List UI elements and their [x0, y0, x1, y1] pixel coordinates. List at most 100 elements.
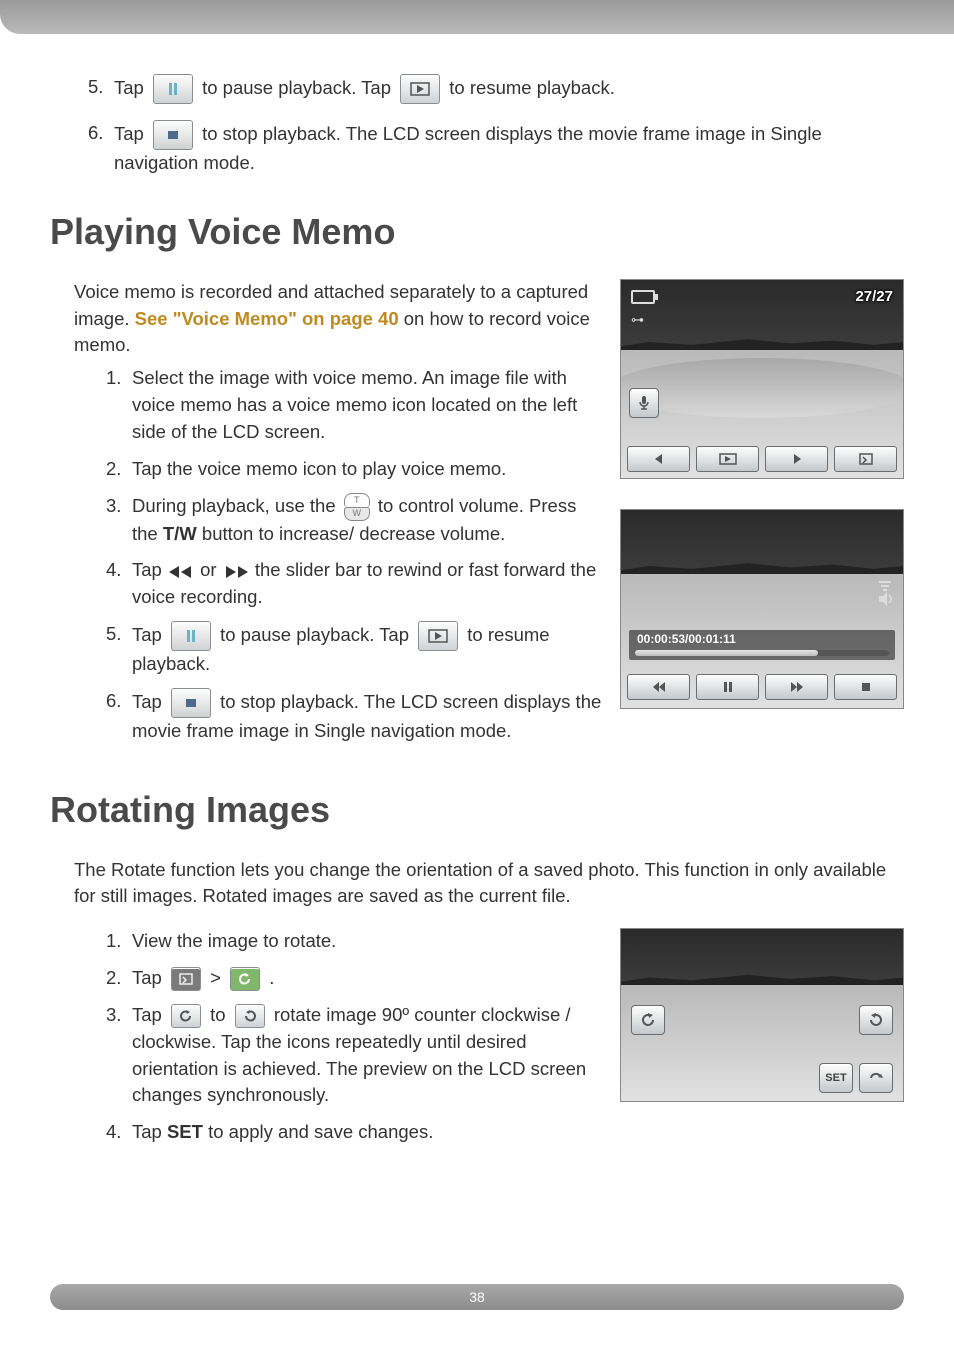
- playback-time: 00:00:53/00:01:11: [637, 632, 736, 646]
- slideshow-button[interactable]: [696, 446, 759, 472]
- page-number: 38: [469, 1289, 485, 1305]
- menu-button[interactable]: [834, 446, 897, 472]
- step-text: Tap to stop playback. The LCD screen dis…: [114, 120, 904, 177]
- progress-track[interactable]: [635, 650, 889, 656]
- text: Tap: [132, 559, 162, 580]
- step-3: 3. During playback, use the TW to contro…: [106, 493, 602, 548]
- tw-bold: T/W: [163, 523, 197, 544]
- progress-fill: [635, 650, 818, 656]
- rotating-block: SET 1. View the image to rotate. 2. Tap …: [50, 928, 904, 1156]
- cross-reference-link[interactable]: See "Voice Memo" on page 40: [135, 308, 399, 329]
- pause-icon: [153, 74, 193, 104]
- step-text: Tap to pause playback. Tap to resume pla…: [114, 74, 904, 104]
- text: to resume playback.: [449, 77, 615, 98]
- forward-icon: [222, 564, 250, 580]
- lcd-screenshot-rotate: SET: [620, 928, 904, 1102]
- section-heading-rotating: Rotating Images: [50, 789, 904, 831]
- step-number: 5.: [106, 621, 132, 678]
- rewind-button[interactable]: [627, 674, 690, 700]
- step-5-top: 5. Tap to pause playback. Tap to resume …: [88, 74, 904, 104]
- text: Tap: [114, 77, 144, 98]
- key-icon: ⊶: [631, 312, 644, 328]
- step-number: 1.: [106, 365, 132, 445]
- set-bold: SET: [167, 1121, 203, 1142]
- step-number: 3.: [106, 1002, 132, 1109]
- step-text: Tap SET to apply and save changes.: [132, 1119, 904, 1146]
- rot-step-3: 3. Tap to rotate image 90º counter clock…: [106, 1002, 602, 1109]
- set-button[interactable]: SET: [819, 1063, 853, 1093]
- step-6-top: 6. Tap to stop playback. The LCD screen …: [88, 120, 904, 177]
- section-heading-voice-memo: Playing Voice Memo: [50, 211, 904, 253]
- rotate-ccw-icon: [171, 1004, 201, 1028]
- bottom-toolbar: [627, 446, 897, 472]
- manual-page: 5. Tap to pause playback. Tap to resume …: [0, 0, 954, 1350]
- step-number: 6.: [106, 688, 132, 745]
- text: Tap: [132, 1004, 162, 1025]
- rewind-icon: [167, 564, 195, 580]
- page-content: 5. Tap to pause playback. Tap to resume …: [50, 74, 904, 1156]
- text: to pause playback. Tap: [220, 624, 409, 645]
- step-text: Tap > .: [132, 965, 602, 992]
- step-4: 4. Tap or the slider bar to rewind or fa…: [106, 557, 602, 611]
- step-number: 2.: [106, 965, 132, 992]
- tw-button-icon: TW: [344, 493, 370, 521]
- text: to: [210, 1004, 225, 1025]
- play-icon: [400, 74, 440, 104]
- sky-area: [621, 510, 903, 574]
- rotate-cw-button[interactable]: [859, 1005, 893, 1035]
- playback-toolbar: [627, 674, 897, 700]
- step-number: 5.: [88, 74, 114, 104]
- set-row: SET: [819, 1063, 893, 1093]
- stop-icon: [171, 688, 211, 718]
- rotating-intro: The Rotate function lets you change the …: [50, 857, 904, 911]
- step-1: 1. Select the image with voice memo. An …: [106, 365, 602, 445]
- step-number: 2.: [106, 456, 132, 483]
- step-text: Tap to pause playback. Tap to resume pla…: [132, 621, 602, 678]
- prev-button[interactable]: [627, 446, 690, 472]
- text: to apply and save changes.: [203, 1121, 433, 1142]
- step-number: 4.: [106, 557, 132, 611]
- text: Tap: [132, 624, 162, 645]
- volume-icon: [875, 580, 895, 610]
- rotate-ccw-button[interactable]: [631, 1005, 665, 1035]
- step-text: During playback, use the TW to control v…: [132, 493, 602, 548]
- step-number: 6.: [88, 120, 114, 177]
- stop-button[interactable]: [834, 674, 897, 700]
- text: >: [210, 967, 221, 988]
- header-bar: [0, 0, 954, 34]
- rot-step-2: 2. Tap > .: [106, 965, 602, 992]
- text: or: [200, 559, 216, 580]
- play-icon: [418, 621, 458, 651]
- step-text: Select the image with voice memo. An ima…: [132, 365, 602, 445]
- top-steps: 5. Tap to pause playback. Tap to resume …: [50, 74, 904, 177]
- next-button[interactable]: [765, 446, 828, 472]
- pause-icon: [171, 621, 211, 651]
- screenshots-column: ⊶ 27/27: [620, 279, 904, 709]
- battery-icon: [631, 290, 655, 304]
- rotate-cw-icon: [235, 1004, 265, 1028]
- forward-button[interactable]: [765, 674, 828, 700]
- text: to stop playback. The LCD screen display…: [114, 123, 822, 173]
- voice-memo-icon[interactable]: [629, 388, 659, 418]
- rotate-icon: [230, 967, 260, 991]
- text: Tap: [132, 691, 162, 712]
- step-6: 6. Tap to stop playback. The LCD screen …: [106, 688, 602, 745]
- text: .: [269, 967, 274, 988]
- step-number: 4.: [106, 1119, 132, 1146]
- step-number: 1.: [106, 928, 132, 955]
- rotate-ccw-area: [631, 1005, 665, 1035]
- text: to pause playback. Tap: [202, 77, 391, 98]
- rot-step-4: 4. Tap SET to apply and save changes.: [106, 1119, 904, 1146]
- text: Tap: [132, 967, 162, 988]
- pause-button[interactable]: [696, 674, 759, 700]
- rot-step-1: 1. View the image to rotate.: [106, 928, 602, 955]
- step-text: View the image to rotate.: [132, 928, 602, 955]
- text: During playback, use the: [132, 495, 336, 516]
- back-button[interactable]: [859, 1063, 893, 1093]
- step-text: Tap to rotate image 90º counter clockwis…: [132, 1002, 602, 1109]
- step-number: 3.: [106, 493, 132, 548]
- step-2: 2. Tap the voice memo icon to play voice…: [106, 456, 602, 483]
- page-footer: 38: [50, 1284, 904, 1310]
- step-text: Tap or the slider bar to rewind or fast …: [132, 557, 602, 611]
- text: Tap: [132, 1121, 167, 1142]
